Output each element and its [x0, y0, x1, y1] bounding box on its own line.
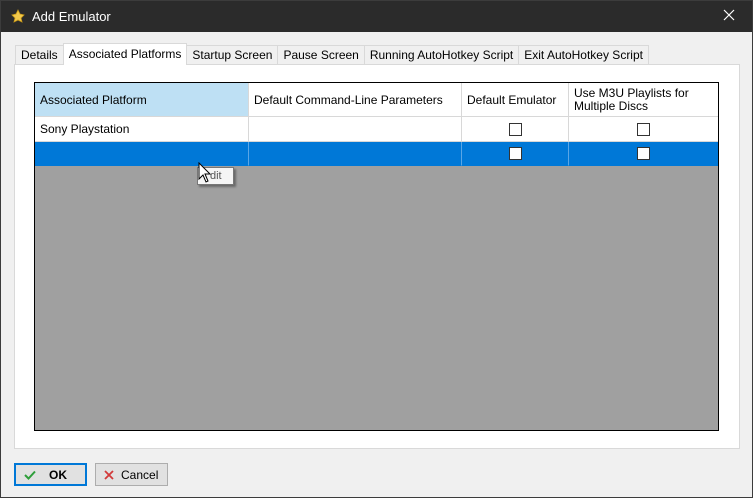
cancel-label: Cancel: [121, 467, 159, 482]
use-m3u-cell: [569, 117, 718, 142]
platform-cell[interactable]: Sony Playstation: [35, 117, 249, 142]
column-header-associated-platform[interactable]: Associated Platform: [35, 83, 249, 117]
grid-header: Associated Platform Default Command-Line…: [35, 83, 718, 117]
ok-button[interactable]: OK: [14, 463, 87, 486]
use-m3u-checkbox[interactable]: [637, 147, 650, 160]
tab-exit-autohotkey-script[interactable]: Exit AutoHotkey Script: [518, 45, 649, 65]
platform-cell[interactable]: [35, 142, 249, 166]
column-header-default-emulator[interactable]: Default Emulator: [462, 83, 569, 117]
params-cell[interactable]: [249, 117, 462, 142]
app-icon: [11, 9, 25, 23]
window-title: Add Emulator: [32, 9, 111, 24]
close-icon: [723, 9, 735, 24]
close-icon: [104, 469, 114, 480]
column-header-use-m3u-playlists[interactable]: Use M3U Playlists for Multiple Discs: [569, 83, 718, 117]
platforms-grid[interactable]: Associated Platform Default Command-Line…: [34, 82, 719, 431]
tab-strip: Details Associated Platforms Startup Scr…: [15, 43, 649, 65]
cancel-button[interactable]: Cancel: [95, 463, 168, 486]
tab-startup-screen[interactable]: Startup Screen: [186, 45, 279, 65]
table-row-selected[interactable]: [35, 142, 718, 166]
add-emulator-window: Add Emulator Details Associated Platform…: [0, 0, 753, 498]
tab-pause-screen[interactable]: Pause Screen: [277, 45, 365, 65]
use-m3u-cell: [569, 142, 718, 166]
tab-running-autohotkey-script[interactable]: Running AutoHotkey Script: [363, 45, 520, 65]
default-emulator-cell: [462, 117, 569, 142]
checkmark-icon: [24, 470, 36, 480]
title-bar: Add Emulator: [1, 1, 752, 32]
default-emulator-cell: [462, 142, 569, 166]
default-emulator-checkbox[interactable]: [508, 122, 522, 136]
params-cell[interactable]: [249, 142, 462, 166]
ok-label: OK: [49, 467, 67, 482]
table-row[interactable]: Sony Playstation: [35, 117, 718, 142]
close-button[interactable]: [706, 1, 752, 32]
column-header-command-line-parameters[interactable]: Default Command-Line Parameters: [249, 83, 462, 117]
use-m3u-checkbox[interactable]: [637, 122, 650, 136]
tab-details[interactable]: Details: [15, 45, 64, 65]
tab-associated-platforms[interactable]: Associated Platforms: [62, 43, 188, 65]
associated-platforms-panel: Associated Platform Default Command-Line…: [14, 64, 740, 449]
default-emulator-checkbox[interactable]: [508, 147, 522, 160]
mouse-pointer-icon: [198, 161, 212, 187]
